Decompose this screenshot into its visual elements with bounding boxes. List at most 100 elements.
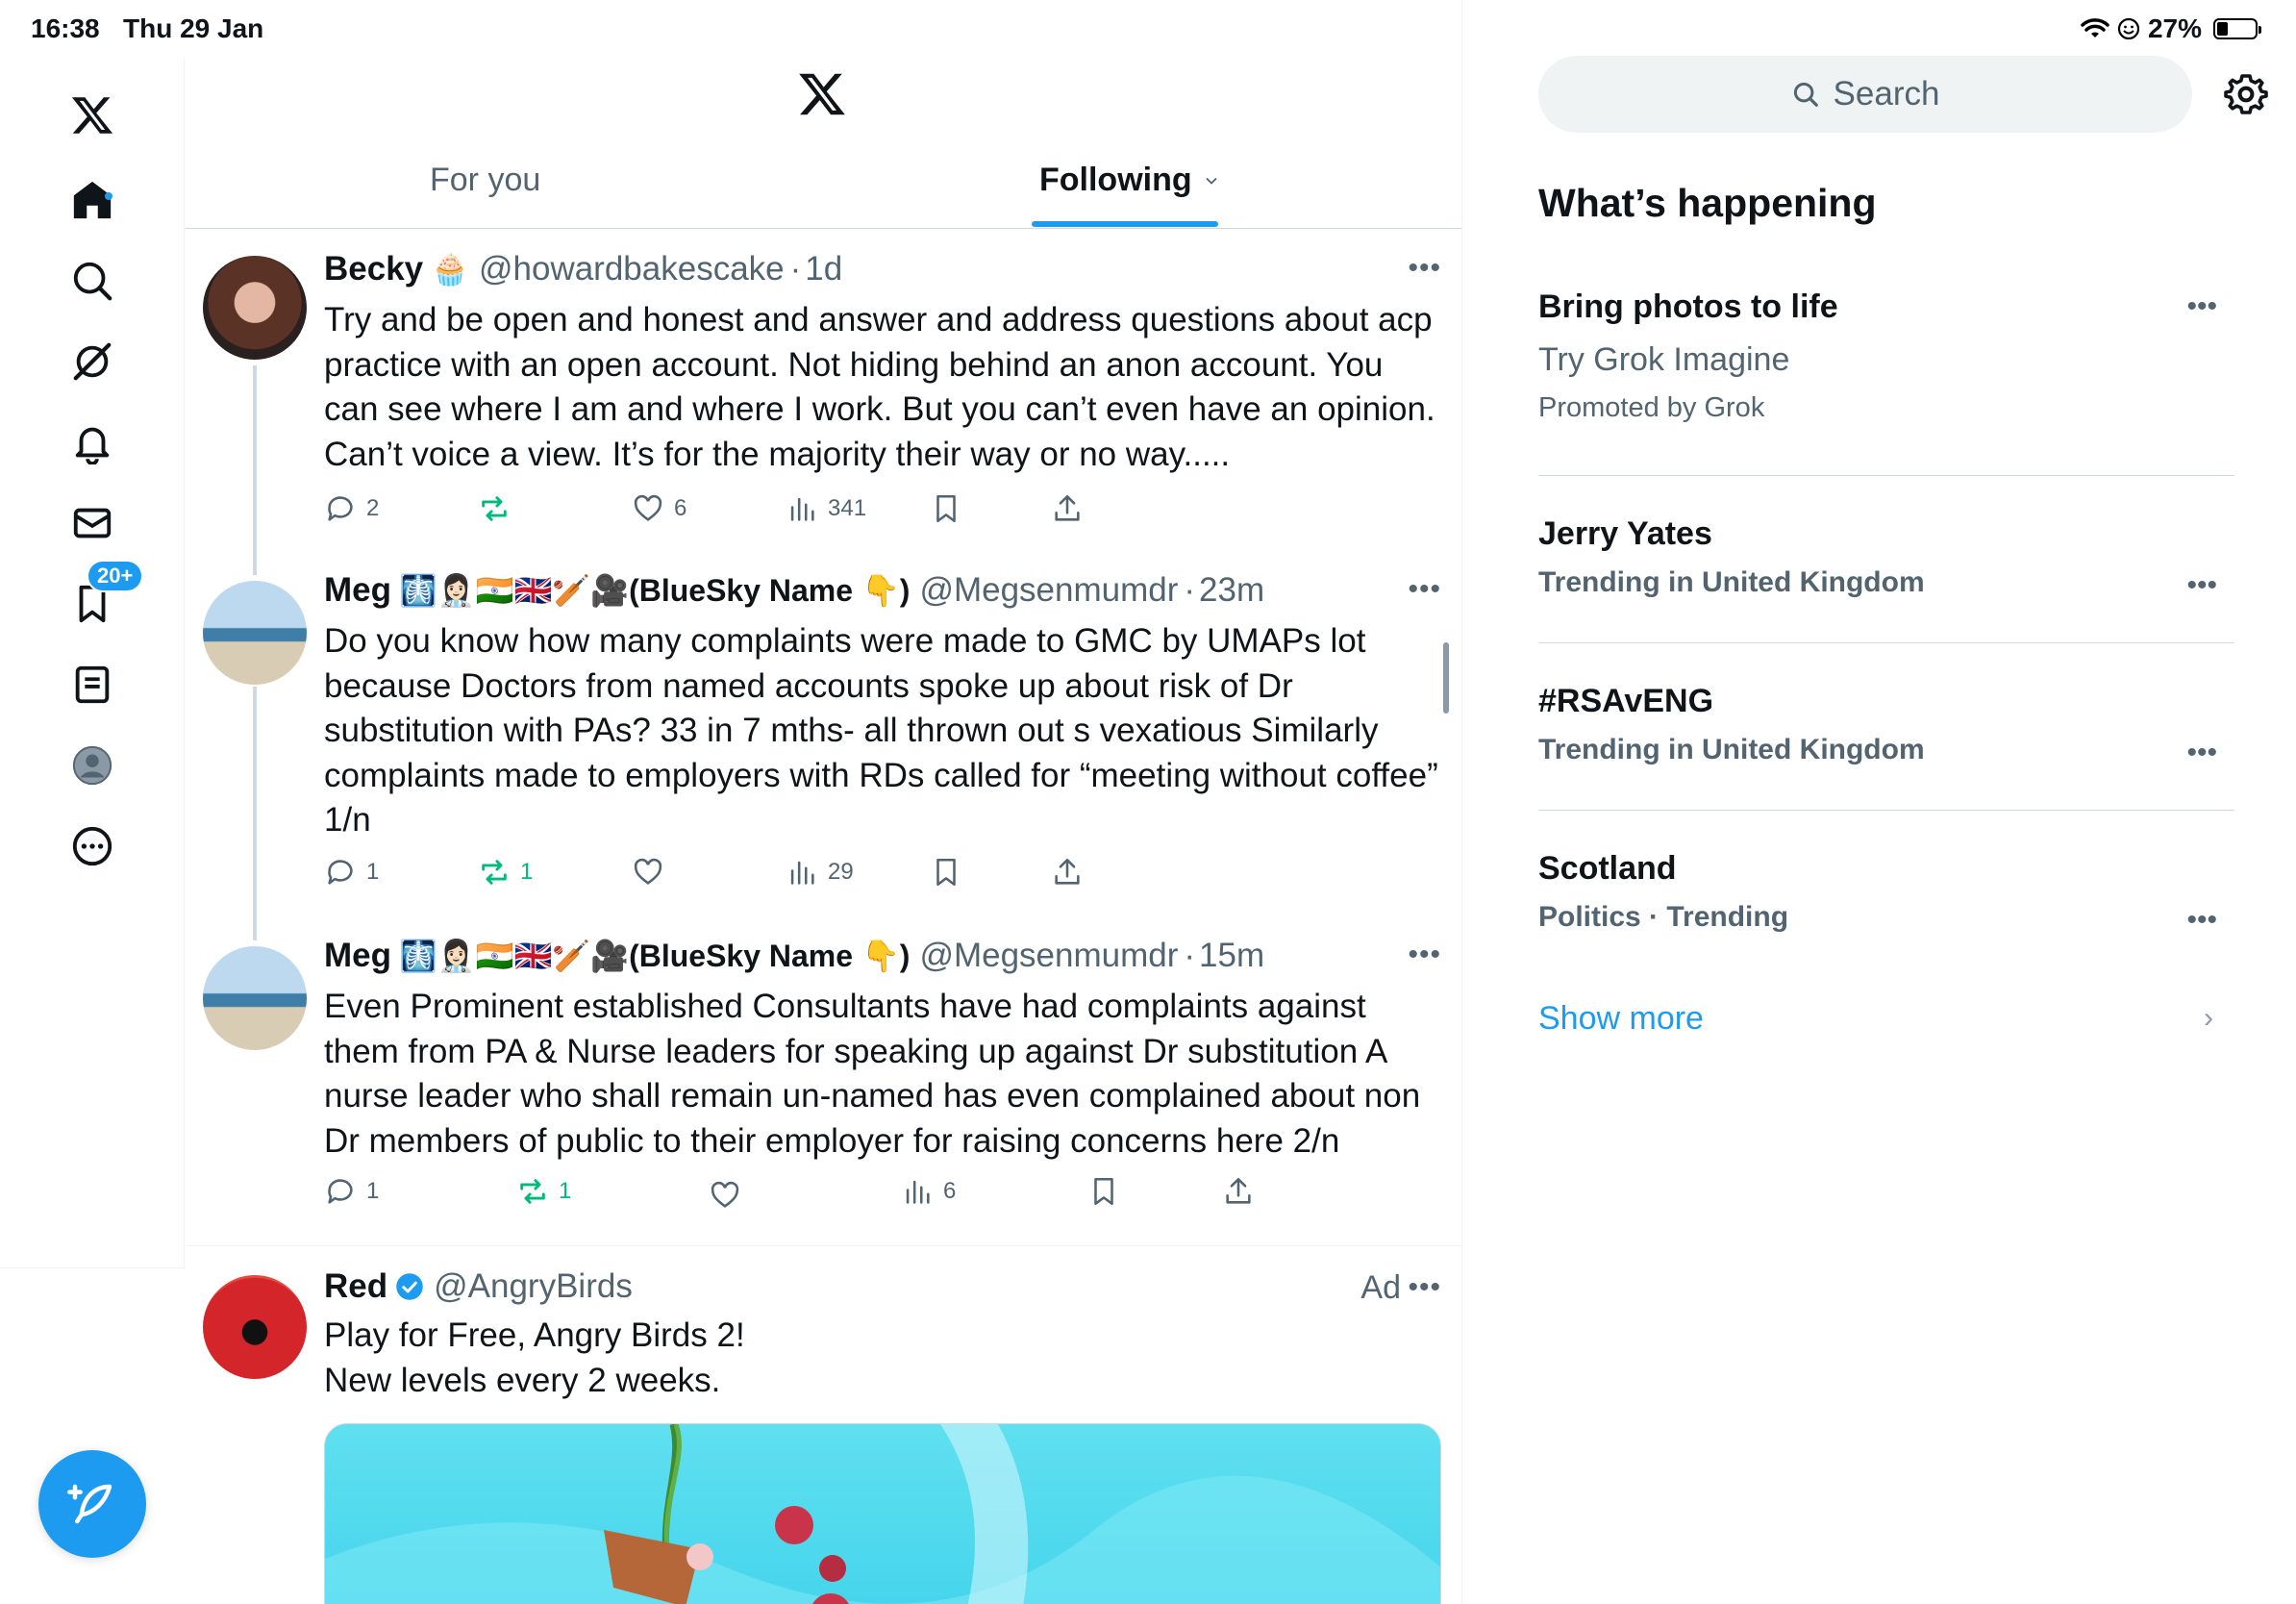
tab-active-indicator — [1032, 221, 1218, 227]
heart-icon — [711, 1181, 739, 1208]
trend-title: Jerry Yates — [1538, 515, 1712, 552]
status-time: 16:38 — [31, 13, 100, 43]
share-button[interactable] — [1222, 1175, 1255, 1208]
bookmark-button[interactable] — [1087, 1175, 1120, 1208]
views-button[interactable]: 6 — [901, 1175, 956, 1208]
timeline-tabs: For you Following — [186, 144, 1461, 229]
trend-item[interactable]: Scotland Politics · Trending ••• — [1538, 850, 2234, 937]
reply-icon — [328, 860, 353, 885]
author-emoji: 🩻👩🏻‍⚕️🇮🇳🇬🇧🏏🎥(BlueSky Name 👇) — [399, 573, 911, 608]
x-logo-icon[interactable] — [63, 87, 121, 144]
author-name[interactable]: Becky — [324, 250, 423, 288]
avatar[interactable] — [203, 946, 307, 1050]
author-handle[interactable]: @Megsenmumdr — [919, 571, 1178, 610]
ad-game-artwork — [325, 1424, 1440, 1604]
heart-icon — [634, 494, 662, 521]
tweet-more-icon[interactable]: ••• — [1408, 1271, 1441, 1304]
promoted-trend[interactable]: Bring photos to life Try Grok Imagine Pr… — [1538, 288, 2234, 424]
search-field[interactable]: Search — [1538, 56, 2192, 133]
share-button[interactable] — [1051, 856, 1084, 889]
notifications-badge: 20+ — [87, 560, 144, 592]
views-chart-icon — [906, 1180, 930, 1204]
author-handle[interactable]: @Megsenmumdr — [919, 937, 1178, 975]
reply-count: 1 — [366, 1178, 380, 1204]
tweet-header: Becky 🧁 @howardbakescake · 1d — [324, 250, 842, 288]
profile-avatar-icon[interactable] — [63, 737, 121, 794]
tweet-more-icon[interactable]: ••• — [1408, 939, 1441, 971]
tweet-time[interactable]: 1d — [805, 250, 842, 288]
trend-more-icon[interactable]: ••• — [2186, 569, 2217, 602]
reply-button[interactable]: 2 — [324, 492, 379, 525]
compose-post-button[interactable] — [38, 1450, 146, 1558]
author-name[interactable]: Meg — [324, 571, 391, 610]
right-sidebar: Search What’s happening Bring photos to … — [1463, 0, 2296, 1604]
reply-icon — [328, 496, 353, 521]
search-icon — [1793, 82, 1818, 107]
tweet-more-icon[interactable]: ••• — [1408, 573, 1441, 606]
tweet-time[interactable]: 23m — [1199, 571, 1264, 610]
avatar[interactable] — [203, 581, 307, 685]
trend-item[interactable]: #RSAvENG Trending in United Kingdom ••• — [1538, 683, 2234, 769]
like-button[interactable]: 6 — [632, 492, 686, 525]
home-unread-dot — [105, 192, 112, 200]
verified-badge-icon — [396, 1273, 423, 1300]
messages-envelope-icon[interactable] — [63, 494, 121, 552]
dot-separator: · — [789, 250, 802, 288]
repost-icon — [520, 1179, 545, 1204]
trend-more-icon[interactable]: ••• — [2186, 737, 2217, 769]
author-handle[interactable]: @AngryBirds — [434, 1267, 633, 1306]
home-icon[interactable] — [63, 171, 121, 229]
grok-icon[interactable] — [63, 333, 121, 390]
bookmark-button[interactable] — [930, 492, 962, 525]
x-logo-icon[interactable] — [797, 69, 847, 119]
trend-more-icon[interactable]: ••• — [2186, 904, 2217, 937]
repost-button[interactable]: 1 — [478, 856, 533, 889]
repost-button[interactable] — [478, 492, 520, 525]
settings-gear-icon[interactable] — [2223, 71, 2269, 117]
trend-more-icon[interactable]: ••• — [2186, 290, 2217, 323]
search-placeholder: Search — [1833, 75, 1940, 113]
more-options-icon[interactable] — [63, 817, 121, 875]
show-more-link[interactable]: Show more — [1538, 1000, 1704, 1038]
tweet-time[interactable]: 15m — [1199, 937, 1264, 975]
trend-item[interactable]: Jerry Yates Trending in United Kingdom •… — [1538, 515, 2234, 602]
author-name[interactable]: Meg — [324, 937, 391, 975]
author-name[interactable]: Red — [324, 1267, 387, 1306]
ad-label: Ad — [1360, 1269, 1401, 1306]
thread-connector — [253, 365, 257, 575]
scrollbar[interactable] — [1443, 642, 1449, 714]
share-icon — [1055, 858, 1080, 885]
search-icon[interactable] — [63, 252, 121, 310]
repost-count: 1 — [559, 1178, 572, 1204]
tweet-text: Even Prominent established Consultants h… — [324, 988, 1421, 1160]
share-button[interactable] — [1051, 492, 1084, 525]
avatar[interactable] — [203, 256, 307, 360]
tweet-header: Red @AngryBirds — [324, 1267, 633, 1306]
like-button[interactable] — [709, 1179, 751, 1212]
ad-media-image[interactable] — [324, 1423, 1441, 1604]
tab-following[interactable]: Following — [1039, 162, 1221, 199]
views-count: 341 — [828, 495, 867, 521]
repost-count: 1 — [520, 859, 534, 885]
trend-title: #RSAvENG — [1538, 683, 1714, 719]
views-button[interactable]: 341 — [786, 492, 866, 525]
reply-button[interactable]: 1 — [324, 856, 379, 889]
compose-feather-icon — [67, 1484, 112, 1524]
tweet-more-icon[interactable]: ••• — [1408, 252, 1441, 285]
tweet-text: Try and be open and honest and answer an… — [324, 301, 1435, 473]
avatar[interactable] — [203, 1275, 307, 1379]
like-button[interactable] — [632, 856, 674, 889]
author-handle[interactable]: @howardbakescake — [479, 250, 785, 288]
views-button[interactable]: 29 — [786, 856, 854, 889]
share-icon — [1226, 1177, 1251, 1204]
reply-button[interactable]: 1 — [324, 1175, 379, 1208]
trend-divider — [1538, 475, 2234, 476]
repost-button[interactable]: 1 — [516, 1175, 571, 1208]
repost-icon — [482, 860, 507, 885]
lists-icon[interactable] — [63, 656, 121, 714]
bookmark-button[interactable] — [930, 856, 962, 889]
reply-count: 1 — [366, 859, 380, 885]
notifications-bell-icon[interactable] — [63, 414, 121, 471]
chevron-down-icon — [1205, 177, 1217, 185]
tab-for-you[interactable]: For you — [430, 162, 540, 199]
